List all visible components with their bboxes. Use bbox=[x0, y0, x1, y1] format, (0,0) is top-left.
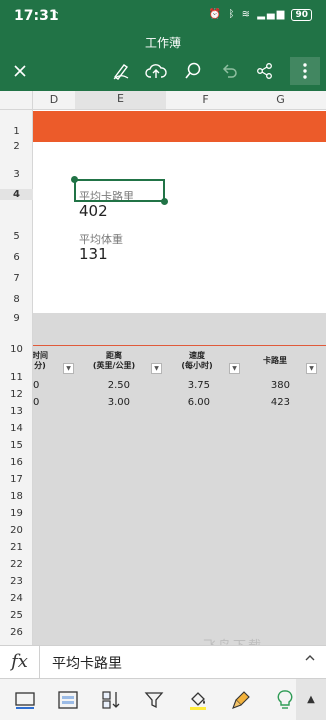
row-header[interactable]: 15 bbox=[0, 440, 33, 451]
select-all-corner[interactable] bbox=[0, 91, 33, 110]
table-cell[interactable]: 423 bbox=[260, 397, 290, 408]
row-header[interactable]: 10 bbox=[0, 344, 33, 355]
expand-up-icon[interactable]: ▲ bbox=[296, 679, 326, 720]
bluetooth-icon: ᛒ bbox=[228, 9, 237, 20]
table-top-border bbox=[33, 345, 326, 346]
table-cell[interactable]: 3.75 bbox=[180, 380, 210, 391]
bulb-icon[interactable] bbox=[272, 687, 298, 713]
table-cell[interactable]: 0 bbox=[33, 397, 39, 408]
battery-icon: 90 bbox=[291, 9, 312, 21]
row-header[interactable]: 14 bbox=[0, 423, 33, 434]
system-status-icons: ⏰ ᛒ ≋ ▂▄▆ 90 bbox=[209, 9, 312, 21]
formula-bar: fx 平均卡路里 bbox=[0, 645, 326, 679]
cloud-upload-icon[interactable] bbox=[143, 58, 169, 84]
row-header[interactable]: 7 bbox=[0, 273, 33, 284]
filter-dropdown-speed[interactable]: ▼ bbox=[229, 363, 240, 374]
share-icon[interactable] bbox=[252, 58, 278, 84]
formula-input[interactable]: 平均卡路里 bbox=[52, 653, 122, 673]
avg-weight-value[interactable]: 131 bbox=[79, 245, 108, 263]
table-header-distance[interactable]: 距离 (英里/公里) bbox=[80, 351, 148, 371]
workbook-title: 工作薄 bbox=[144, 36, 181, 50]
avg-calories-value[interactable]: 402 bbox=[79, 202, 108, 220]
summary-area bbox=[33, 150, 326, 313]
selection-handle-start[interactable] bbox=[71, 176, 78, 183]
app-header: 17:31 ♪ ⏰ ᛒ ≋ ▂▄▆ 90 工作薄 bbox=[0, 0, 326, 91]
table-cell[interactable]: 3.00 bbox=[100, 397, 130, 408]
bottom-toolbar: ▲ bbox=[0, 678, 326, 720]
table-cell[interactable]: 2.50 bbox=[100, 380, 130, 391]
status-bar: 17:31 ♪ ⏰ ᛒ ≋ ▂▄▆ 90 bbox=[0, 0, 326, 32]
row-header[interactable]: 20 bbox=[0, 525, 33, 536]
card-view-icon[interactable] bbox=[12, 687, 38, 713]
column-header-d[interactable]: D bbox=[33, 93, 75, 106]
row-header[interactable]: 3 bbox=[0, 169, 33, 180]
fill-color-icon[interactable] bbox=[185, 687, 211, 713]
function-icon[interactable]: fx bbox=[0, 646, 40, 679]
row-header[interactable]: 12 bbox=[0, 389, 33, 400]
row-header[interactable]: 17 bbox=[0, 474, 33, 485]
more-icon[interactable] bbox=[290, 57, 320, 85]
format-painter-icon[interactable] bbox=[228, 687, 254, 713]
close-icon[interactable] bbox=[7, 58, 33, 84]
row-header[interactable]: 22 bbox=[0, 559, 33, 570]
column-header-f[interactable]: F bbox=[166, 93, 245, 106]
column-header-e[interactable]: E bbox=[75, 91, 166, 109]
row-header[interactable]: 8 bbox=[0, 294, 33, 305]
undo-icon[interactable] bbox=[216, 58, 242, 84]
selection-handle-end[interactable] bbox=[161, 198, 168, 205]
row-header[interactable]: 21 bbox=[0, 542, 33, 553]
row-header-column: 1 2 3 4 5 6 7 8 9 10 11 12 13 14 15 16 1… bbox=[0, 110, 33, 645]
filter-dropdown-calories[interactable]: ▼ bbox=[306, 363, 317, 374]
row-header[interactable]: 16 bbox=[0, 457, 33, 468]
row-header[interactable]: 19 bbox=[0, 508, 33, 519]
wifi-icon: ≋ bbox=[241, 9, 253, 20]
sort-icon[interactable] bbox=[98, 687, 124, 713]
selected-cell[interactable] bbox=[74, 179, 165, 202]
table-cell[interactable]: 0 bbox=[33, 380, 39, 391]
alarm-icon: ⏰ bbox=[208, 9, 224, 20]
signal-icon: ▂▄▆ bbox=[257, 9, 287, 20]
banner-row bbox=[33, 111, 326, 142]
filter-icon[interactable] bbox=[141, 687, 167, 713]
tiktok-icon: ♪ bbox=[52, 9, 60, 22]
row-header[interactable]: 26 bbox=[0, 627, 33, 638]
row-header[interactable]: 11 bbox=[0, 372, 33, 383]
table-header-time[interactable]: 时间 分) bbox=[31, 351, 49, 371]
pen-icon[interactable] bbox=[108, 58, 134, 84]
chevron-up-icon[interactable] bbox=[304, 652, 316, 668]
table-cell[interactable]: 380 bbox=[260, 380, 290, 391]
form-icon[interactable] bbox=[55, 687, 81, 713]
row-header[interactable]: 5 bbox=[0, 231, 33, 242]
filter-dropdown-distance[interactable]: ▼ bbox=[151, 363, 162, 374]
table-header-calories[interactable]: 卡路里 bbox=[250, 356, 300, 366]
row-header[interactable]: 6 bbox=[0, 252, 33, 263]
row-header[interactable]: 23 bbox=[0, 576, 33, 587]
table-header-speed[interactable]: 速度 (每小时) bbox=[168, 351, 226, 371]
search-icon[interactable] bbox=[180, 58, 206, 84]
row-header[interactable]: 4 bbox=[0, 189, 33, 200]
column-header-bar: D E F G bbox=[0, 91, 326, 110]
filter-dropdown-time[interactable]: ▼ bbox=[63, 363, 74, 374]
row-header[interactable]: 2 bbox=[0, 141, 33, 152]
top-toolbar bbox=[0, 54, 326, 88]
table-cell[interactable]: 6.00 bbox=[180, 397, 210, 408]
row-header[interactable]: 1 bbox=[0, 126, 33, 137]
column-header-g[interactable]: G bbox=[245, 93, 316, 106]
row-header[interactable]: 13 bbox=[0, 406, 33, 417]
row-header[interactable]: 18 bbox=[0, 491, 33, 502]
row-header[interactable]: 24 bbox=[0, 593, 33, 604]
row-header[interactable]: 9 bbox=[0, 313, 33, 324]
row-header[interactable]: 25 bbox=[0, 610, 33, 621]
